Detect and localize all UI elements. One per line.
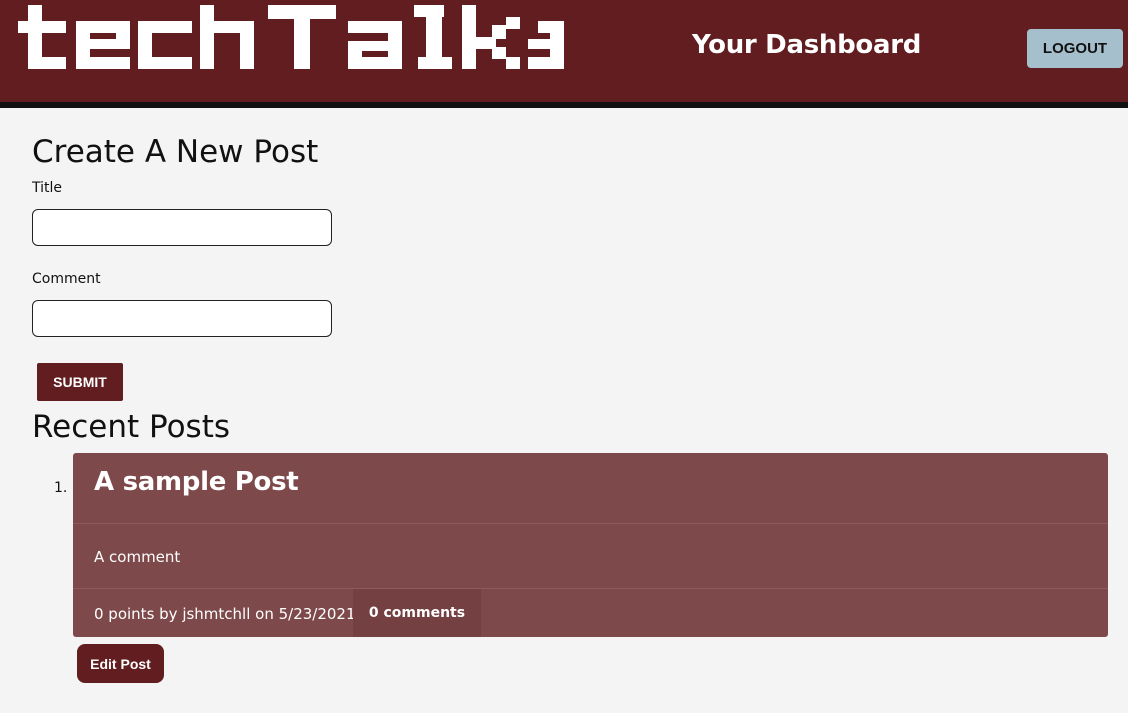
logout-button[interactable]: LOGOUT <box>1027 29 1123 68</box>
post-list-number: 1. <box>54 480 68 496</box>
post-card-divider <box>73 588 1108 589</box>
comment-input[interactable] <box>32 300 332 337</box>
title-input[interactable] <box>32 209 332 246</box>
post-title[interactable]: A sample Post <box>94 467 299 497</box>
comment-label: Comment <box>32 271 101 287</box>
dashboard-title: Your Dashboard <box>692 30 922 60</box>
post-meta: 0 points by jshmtchll on 5/23/2021 | <box>94 605 366 623</box>
recent-posts-heading: Recent Posts <box>32 409 231 445</box>
site-header: Your Dashboard LOGOUT <box>0 0 1128 102</box>
post-meta-text: 0 points by jshmtchll on 5/23/2021 <box>94 605 356 623</box>
post-comments-link[interactable]: 0 comments <box>353 589 481 637</box>
techtalk-logo[interactable] <box>18 5 570 73</box>
post-card-divider <box>73 523 1108 524</box>
edit-post-button[interactable]: Edit Post <box>77 644 164 683</box>
title-label: Title <box>32 180 63 196</box>
create-post-heading: Create A New Post <box>32 134 319 170</box>
header-divider <box>0 102 1128 108</box>
submit-button[interactable]: SUBMIT <box>37 363 123 401</box>
techtalk-logo-graphic <box>18 5 564 69</box>
post-body: A comment <box>94 548 181 566</box>
post-card: A sample Post A comment 0 points by jshm… <box>73 453 1108 637</box>
